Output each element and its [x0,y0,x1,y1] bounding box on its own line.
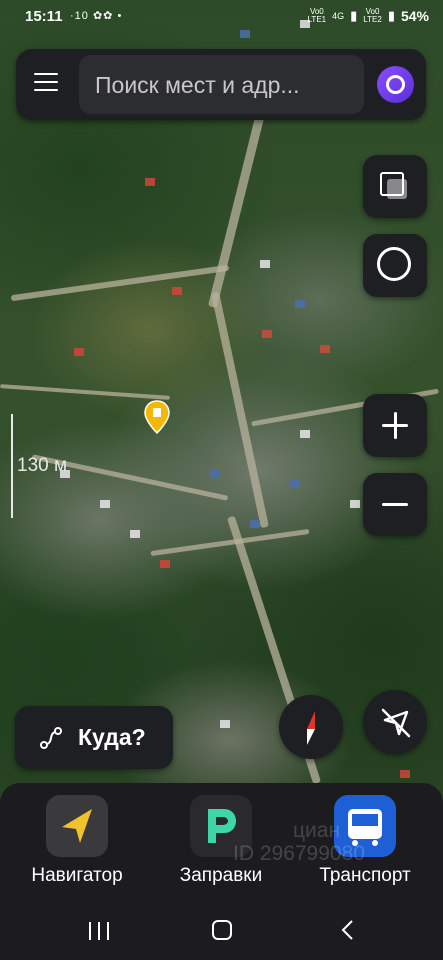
sim2-signal: Vo0 LTE2 [363,7,382,24]
signal-bars-icon: ▮ [387,8,395,23]
camera-button[interactable] [363,234,427,297]
back-icon[interactable] [340,920,354,940]
route-icon [40,727,62,749]
location-off-icon [381,708,411,738]
search-bar: Поиск мест и адр... [16,49,426,120]
scale-bar [11,414,13,518]
dock-label-fuel: Заправки [179,865,263,886]
compass-button[interactable] [279,695,343,759]
notification-icons: ·10 ✿✿ • [70,10,123,22]
zoom-in-button[interactable] [363,394,427,457]
location-pin-icon[interactable] [144,400,170,434]
alice-icon[interactable] [377,66,414,103]
system-nav-bar [0,905,443,960]
search-input[interactable]: Поиск мест и адр... [79,55,364,114]
where-to-label: Куда? [78,724,146,750]
search-placeholder: Поиск мест и адр... [95,72,300,98]
status-bar: 15:11 ·10 ✿✿ • Vo0 LTE1 4G ▮ Vo0 LTE2 ▮ 54… [0,0,443,34]
compass-icon [307,711,315,745]
zoom-out-button[interactable] [363,473,427,536]
battery-level: 54% [400,8,429,24]
layers-icon [380,172,410,202]
circle-icon [377,247,411,281]
dock-item-navigator[interactable]: Навигатор [12,795,142,905]
layers-button[interactable] [363,155,427,218]
status-indicators: Vo0 LTE1 4G ▮ Vo0 LTE2 ▮ 54% [307,7,429,25]
scale-label: 130 м [17,455,68,476]
dock-label-navigator: Навигатор [31,865,123,886]
sim1-signal: Vo0 LTE1 [307,7,327,24]
home-icon[interactable] [212,920,232,940]
network-type: 4G [332,11,345,21]
my-location-button[interactable] [363,690,427,754]
status-time: 15:11 [25,8,63,25]
hamburger-icon[interactable] [34,73,58,95]
plus-icon [363,394,427,457]
recent-apps-icon[interactable] [89,922,111,940]
where-to-button[interactable]: Куда? [15,706,173,769]
minus-icon [363,473,427,536]
watermark: циан ID 296799080 [233,819,365,866]
navigator-icon [46,795,108,857]
signal-icon: ▮ [350,8,358,23]
dock-label-transport: Транспорт [319,865,411,886]
